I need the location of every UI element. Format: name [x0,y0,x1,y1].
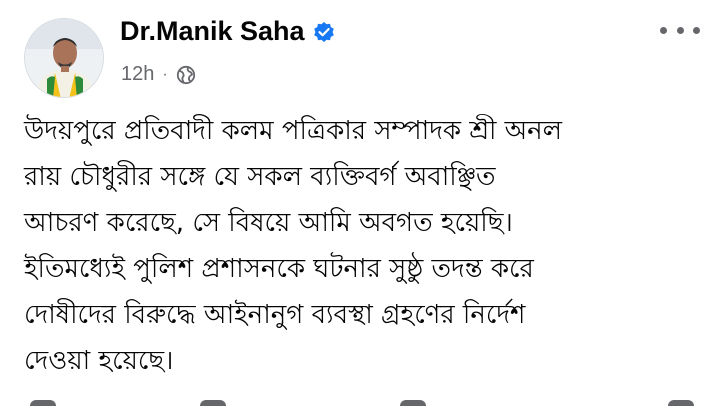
author-row: Dr.Manik Saha [120,16,335,47]
post-meta: 12h · [121,63,196,86]
more-dot [676,26,684,34]
comment-icon [200,400,226,406]
send-icon [668,400,694,406]
profile-photo [25,19,103,97]
meta-separator: · [162,65,168,83]
globe-icon [176,65,196,85]
verified-badge-icon [313,21,335,43]
reaction-bar-partial [0,396,720,406]
facebook-post: Dr.Manik Saha 12h · উদয়পুরে প্রতিবাদী ক… [0,0,720,406]
like-icon [30,400,56,406]
more-options-icon[interactable] [660,18,700,42]
post-timestamp[interactable]: 12h [121,63,154,86]
more-dot [660,26,667,34]
author-name[interactable]: Dr.Manik Saha [120,16,305,47]
share-icon [400,400,426,406]
more-dot [693,26,700,34]
post-body-text: উদয়পুরে প্রতিবাদী কলম পত্রিকার সম্পাদক … [24,116,563,376]
avatar[interactable] [24,18,104,98]
